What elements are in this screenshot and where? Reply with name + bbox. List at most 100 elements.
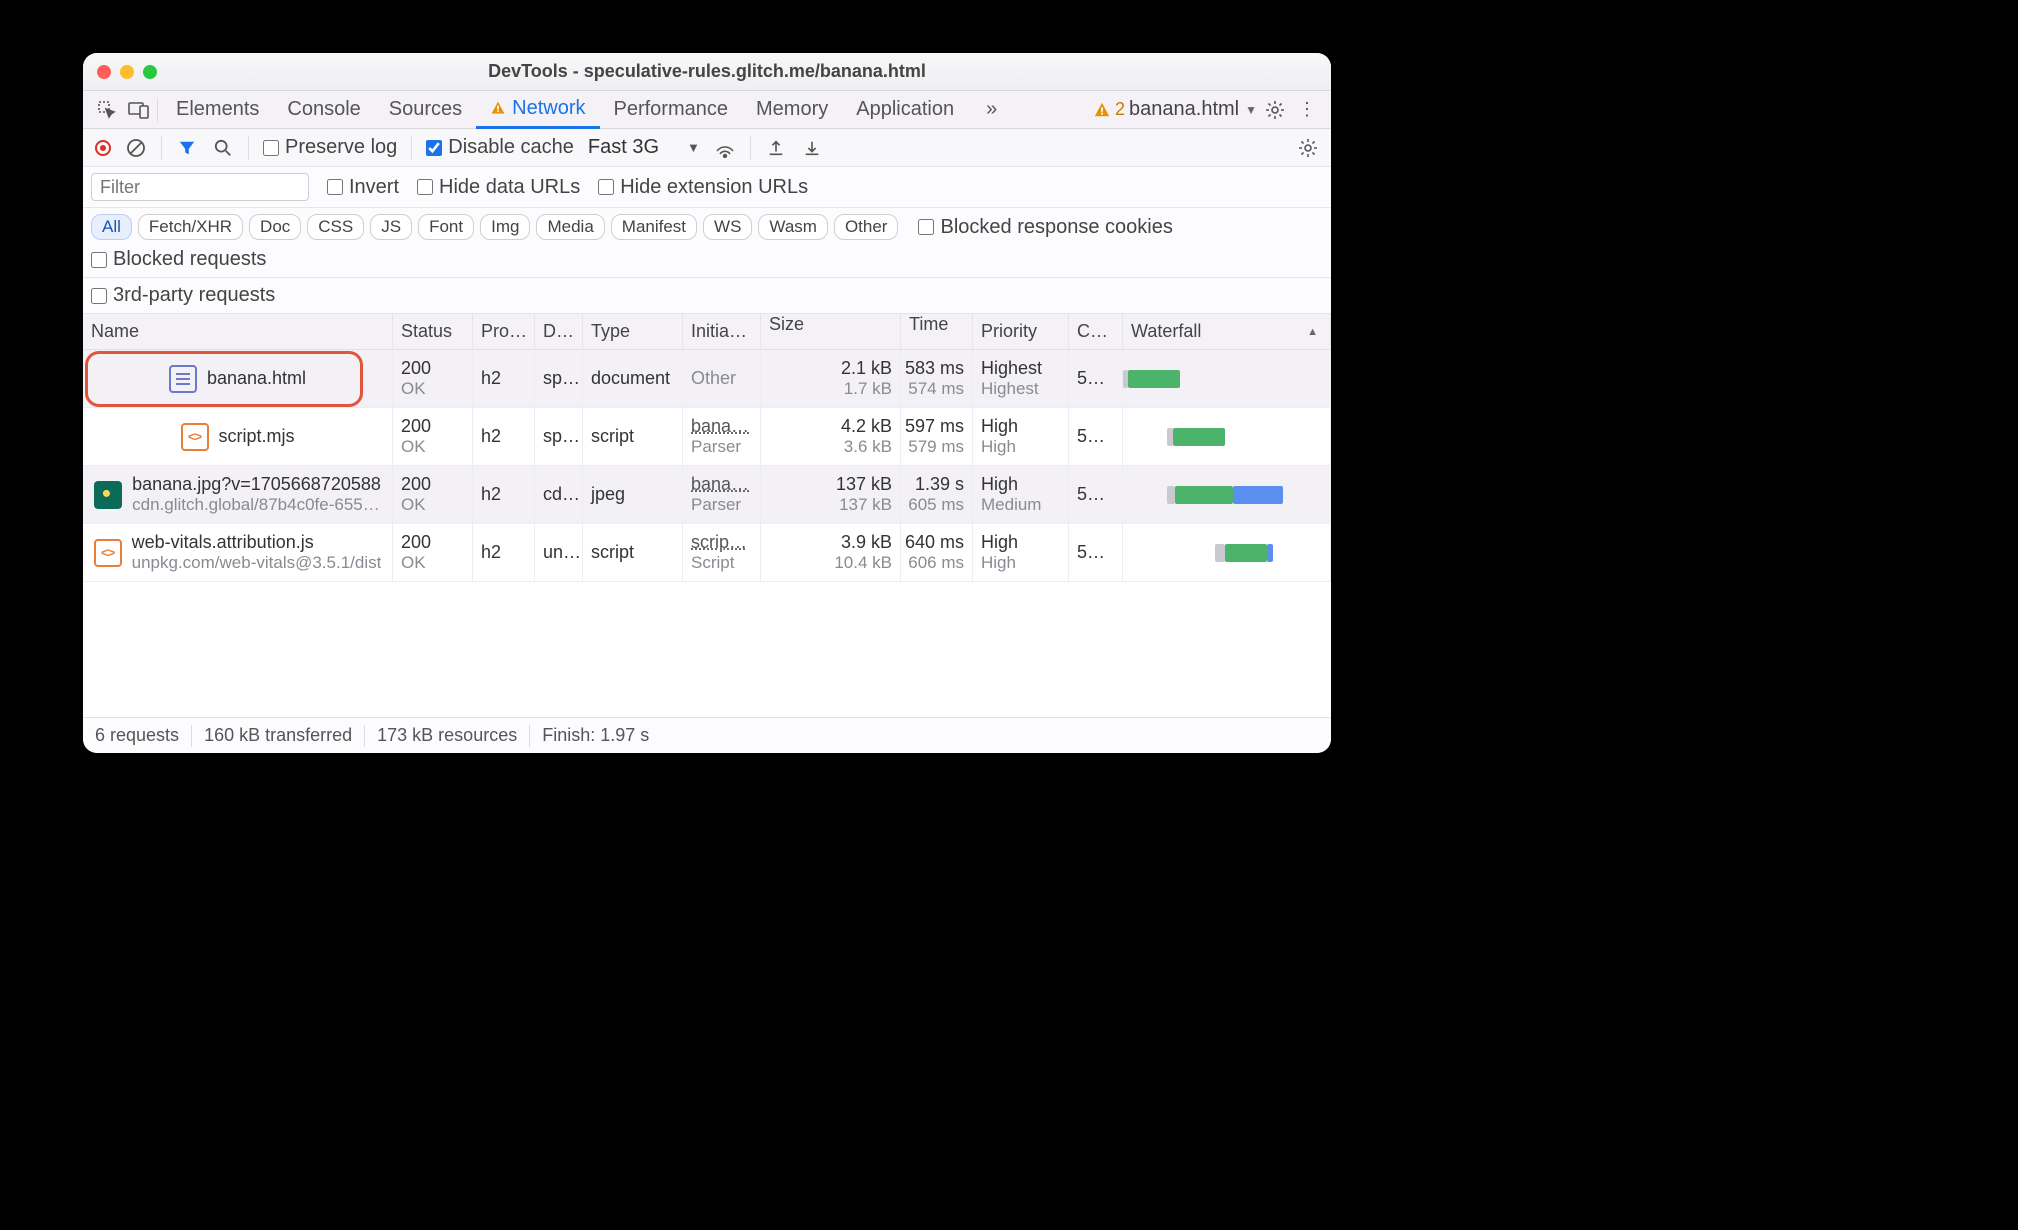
gear-icon[interactable] [1297,137,1319,159]
type-filter-bar: AllFetch/XHRDocCSSJSFontImgMedia Manifest… [83,208,1331,278]
type-filter-manifest[interactable]: Manifest [611,214,697,240]
separator [191,725,192,747]
tab-performance[interactable]: Performance [600,91,743,129]
col-status[interactable]: Status [393,314,473,349]
type-filter-js[interactable]: JS [370,214,412,240]
inspect-element-icon[interactable] [93,96,121,124]
third-party-label: 3rd-party requests [113,284,275,307]
tab-application[interactable]: Application [842,91,968,129]
throttling-select[interactable]: Fast 3G ▼ [588,136,700,159]
table-row[interactable]: banana.jpg?v=1705668720588cdn.glitch.glo… [83,466,1331,524]
request-name: web-vitals.attribution.js [132,532,382,553]
preserve-log-checkbox[interactable]: Preserve log [263,136,397,159]
waterfall-cell [1123,350,1331,407]
hide-extension-urls-checkbox[interactable]: Hide extension URLs [598,176,808,199]
separator [248,136,249,160]
tab-console[interactable]: Console [273,91,374,129]
col-name[interactable]: Name [83,314,393,349]
status-requests: 6 requests [95,725,179,746]
table-row[interactable]: <>web-vitals.attribution.jsunpkg.com/web… [83,524,1331,582]
gear-icon[interactable] [1261,96,1289,124]
third-party-checkbox[interactable]: 3rd-party requests [91,284,275,307]
devtools-window: DevTools - speculative-rules.glitch.me/b… [83,53,1331,753]
filter-bar: Invert Hide data URLs Hide extension URL… [83,167,1331,208]
blocked-requests-checkbox[interactable]: Blocked requests [91,248,266,271]
upload-har-icon[interactable] [765,137,787,159]
type-filter-img[interactable]: Img [480,214,530,240]
type-filter-ws[interactable]: WS [703,214,752,240]
col-protocol[interactable]: Pro… [473,314,535,349]
request-name: banana.html [207,368,306,389]
network-conditions-icon[interactable] [714,137,736,159]
table-body: banana.html200OKh2sp…documentOther2.1 kB… [83,350,1331,717]
col-time[interactable]: Time [901,314,973,349]
search-icon[interactable] [212,137,234,159]
type-filter-font[interactable]: Font [418,214,474,240]
hide-data-label: Hide data URLs [439,176,580,199]
col-initiator[interactable]: Initia… [683,314,761,349]
warnings-count: 2 [1115,99,1125,120]
type-filter-wasm[interactable]: Wasm [758,214,828,240]
status-finish: Finish: 1.97 s [542,725,649,746]
col-connection[interactable]: C… [1069,314,1123,349]
separator [750,136,751,160]
filter-icon[interactable] [176,137,198,159]
col-size[interactable]: Size [761,314,901,349]
titlebar: DevTools - speculative-rules.glitch.me/b… [83,53,1331,91]
panel-tabs: ElementsConsoleSourcesNetworkPerformance… [83,91,1331,129]
filter-input[interactable] [91,173,309,201]
warning-icon [490,100,506,116]
device-toolbar-icon[interactable] [125,96,153,124]
requests-table: Name Status Pro… D… Type Initia… Size Ti… [83,314,1331,717]
status-bar: 6 requests 160 kB transferred 173 kB res… [83,717,1331,753]
type-filter-css[interactable]: CSS [307,214,364,240]
blocked-response-cookies-checkbox[interactable]: Blocked response cookies [918,216,1172,239]
window-title: DevTools - speculative-rules.glitch.me/b… [83,61,1331,82]
status-resources: 173 kB resources [377,725,517,746]
script-icon: <> [181,423,209,451]
waterfall-label: Waterfall [1131,321,1201,342]
tab-network[interactable]: Network [476,91,599,129]
type-filter-doc[interactable]: Doc [249,214,301,240]
col-type[interactable]: Type [583,314,683,349]
clear-icon[interactable] [125,137,147,159]
table-row[interactable]: banana.html200OKh2sp…documentOther2.1 kB… [83,350,1331,408]
tabs-overflow[interactable]: » [972,91,1011,129]
separator [364,725,365,747]
kebab-menu-icon[interactable]: ⋮ [1293,96,1321,124]
tab-memory[interactable]: Memory [742,91,842,129]
type-filter-other[interactable]: Other [834,214,899,240]
blocked-req-label: Blocked requests [113,248,266,271]
table-header: Name Status Pro… D… Type Initia… Size Ti… [83,314,1331,350]
throttling-value: Fast 3G [588,136,659,159]
tab-elements[interactable]: Elements [162,91,273,129]
col-priority[interactable]: Priority [973,314,1069,349]
preserve-log-label: Preserve log [285,136,397,159]
download-har-icon[interactable] [801,137,823,159]
request-name: banana.jpg?v=1705668720588 [132,474,381,495]
table-row[interactable]: <>script.mjs200OKh2sp…scriptbana…Parser4… [83,408,1331,466]
network-toolbar: Preserve log Disable cache Fast 3G ▼ [83,129,1331,167]
request-name: script.mjs [219,426,295,447]
waterfall-cell [1123,524,1331,581]
record-button[interactable] [95,140,111,156]
disable-cache-label: Disable cache [448,136,574,159]
separator [161,136,162,160]
type-filter-all[interactable]: All [91,214,132,240]
sort-asc-icon: ▲ [1307,326,1318,338]
col-waterfall[interactable]: Waterfall ▲ [1123,314,1331,349]
extra-filter-bar: 3rd-party requests [83,278,1331,314]
blocked-resp-label: Blocked response cookies [940,216,1172,239]
target-selector[interactable]: banana.html ▼ [1129,98,1257,121]
separator [529,725,530,747]
chevron-down-icon: ▼ [687,140,700,155]
hide-data-urls-checkbox[interactable]: Hide data URLs [417,176,580,199]
disable-cache-checkbox[interactable]: Disable cache [426,136,574,159]
script-icon: <> [94,539,122,567]
warnings-indicator[interactable]: 2 [1093,99,1125,120]
invert-checkbox[interactable]: Invert [327,176,399,199]
type-filter-fetch-xhr[interactable]: Fetch/XHR [138,214,243,240]
type-filter-media[interactable]: Media [536,214,604,240]
tab-sources[interactable]: Sources [375,91,476,129]
col-domain[interactable]: D… [535,314,583,349]
